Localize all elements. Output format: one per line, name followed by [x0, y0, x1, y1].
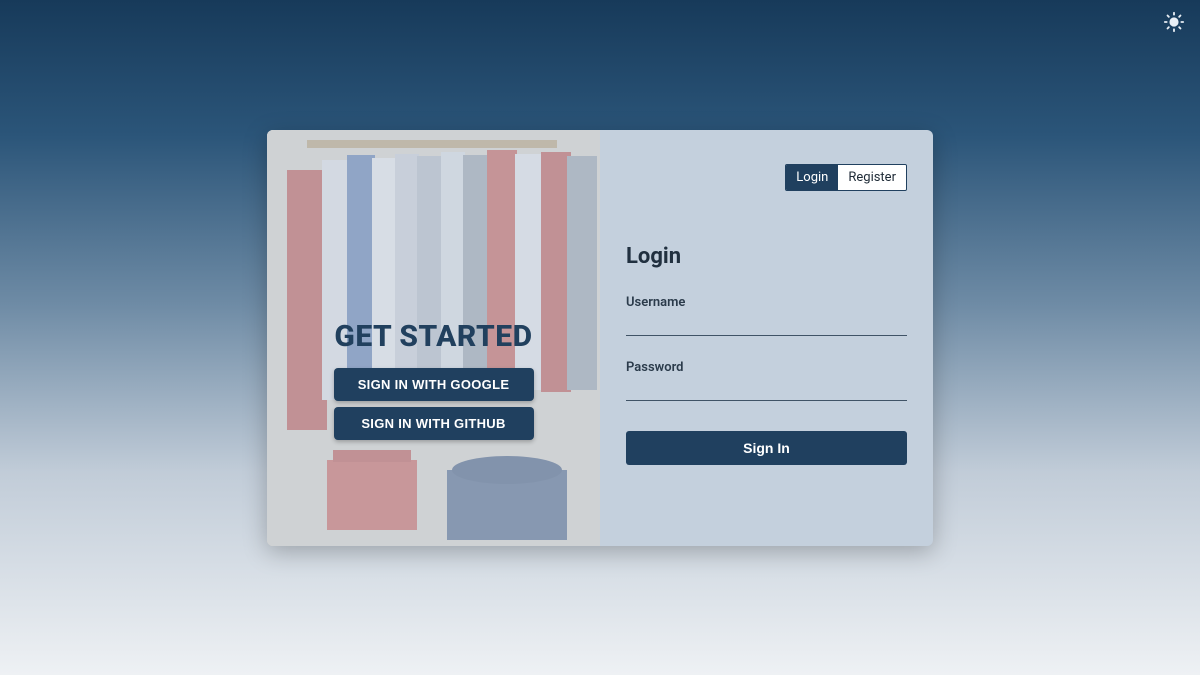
tab-login[interactable]: Login: [786, 165, 838, 190]
password-input[interactable]: [626, 379, 907, 401]
google-signin-button[interactable]: SIGN IN WITH GOOGLE: [334, 368, 534, 401]
signin-button[interactable]: Sign In: [626, 431, 907, 465]
username-input[interactable]: [626, 314, 907, 336]
theme-toggle[interactable]: [1160, 10, 1188, 38]
password-label: Password: [626, 360, 907, 375]
form-title: Login: [626, 244, 907, 269]
github-signin-button[interactable]: SIGN IN WITH GITHUB: [334, 407, 534, 440]
right-panel: Login Register Login Username Password S…: [600, 130, 933, 546]
auth-card: GET STARTED SIGN IN WITH GOOGLE SIGN IN …: [267, 130, 933, 546]
get-started-heading: GET STARTED: [334, 319, 534, 354]
left-panel: GET STARTED SIGN IN WITH GOOGLE SIGN IN …: [267, 130, 600, 546]
auth-tab-toggle: Login Register: [785, 164, 907, 191]
tab-register[interactable]: Register: [838, 165, 906, 190]
username-label: Username: [626, 295, 907, 310]
sun-icon: [1163, 11, 1185, 37]
login-form: Login Username Password Sign In: [626, 244, 907, 465]
